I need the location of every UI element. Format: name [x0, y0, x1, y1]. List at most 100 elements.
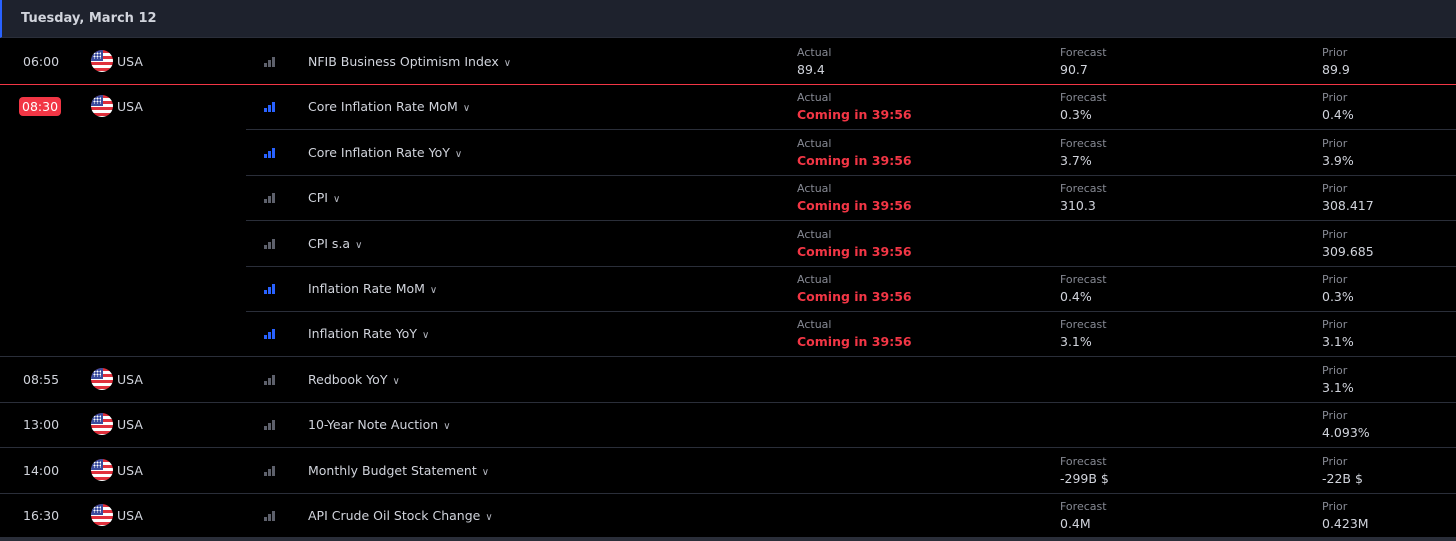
event-name[interactable]: Redbook YoY ∨ — [308, 372, 400, 387]
actual-label: Actual — [797, 273, 832, 286]
event-row[interactable]: CPI ∨ Actual Coming in 39:56 Forecast 310.3 Pr… — [0, 175, 1456, 220]
prior-value: 308.417 — [1322, 198, 1374, 214]
event-name[interactable]: 10-Year Note Auction ∨ — [308, 417, 451, 432]
event-row[interactable]: Inflation Rate YoY ∨ Actual Coming in 39:56… — [0, 311, 1456, 356]
forecast-label: Forecast — [1060, 500, 1107, 513]
prior-value: 4.093% — [1322, 425, 1370, 441]
importance-bar — [268, 332, 271, 340]
forecast-label: Forecast — [1060, 454, 1107, 468]
importance-bar — [264, 471, 267, 476]
flag-canton — [91, 504, 103, 515]
forecast-value: 0.4M — [1060, 516, 1091, 531]
importance-bar — [268, 514, 271, 521]
event-row[interactable]: Inflation Rate MoM ∨ Actual Coming in 39:56… — [0, 266, 1456, 311]
event-name-label: NFIB Business Optimism Index — [308, 54, 499, 69]
bottom-bar — [0, 537, 1456, 541]
flag-canton — [91, 95, 103, 107]
event-name[interactable]: Monthly Budget Statement ∨ — [308, 463, 489, 478]
importance-bar — [264, 199, 267, 204]
importance-bars-icon — [264, 238, 275, 249]
country-label: USA — [117, 99, 143, 115]
importance-bar — [272, 284, 275, 294]
importance-bar — [268, 287, 271, 294]
event-name[interactable]: API Crude Oil Stock Change ∨ — [308, 508, 493, 523]
event-name[interactable]: Inflation Rate YoY ∨ — [308, 326, 429, 341]
event-name[interactable]: Inflation Rate MoM ∨ — [308, 281, 437, 296]
usa-flag-icon — [91, 50, 113, 72]
event-time: 08:30 — [19, 97, 62, 117]
event-name[interactable]: NFIB Business Optimism Index ∨ — [308, 54, 511, 69]
chevron-down-icon[interactable]: ∨ — [463, 103, 470, 114]
importance-bar — [272, 238, 275, 249]
event-row[interactable]: 08:30 USA Core Inflation Rate MoM ∨ Actual Co… — [0, 84, 1456, 129]
event-row[interactable]: Core Inflation Rate YoY ∨ Actual Coming in … — [0, 130, 1456, 175]
event-name-label: CPI s.a — [308, 235, 351, 251]
chevron-down-icon[interactable]: ∨ — [455, 149, 462, 160]
prior-label: Prior — [1322, 500, 1348, 513]
chevron-down-icon[interactable]: ∨ — [355, 240, 362, 251]
forecast-label: Forecast — [1060, 318, 1107, 332]
chevron-down-icon[interactable]: ∨ — [422, 330, 429, 341]
flag-canton — [91, 413, 103, 425]
actual-label: Actual — [797, 227, 832, 241]
actual-label: Actual — [797, 136, 832, 150]
prior-value: -22B $ — [1322, 470, 1363, 486]
event-row[interactable]: 08:55 USA Redbook YoY ∨ Prior 3.1% — [0, 357, 1456, 402]
importance-bar — [272, 102, 275, 113]
event-name[interactable]: Core Inflation Rate MoM ∨ — [308, 99, 470, 114]
event-row[interactable]: 16:30 USA API Crude Oil Stock Change ∨ Forec… — [0, 493, 1456, 538]
forecast-value: -299B $ — [1060, 470, 1109, 486]
usa-flag-icon — [91, 367, 113, 390]
importance-bar — [268, 60, 271, 67]
event-row[interactable]: CPI s.a ∨ Actual Coming in 39:56 Prior 309.68… — [0, 221, 1456, 266]
chevron-down-icon[interactable]: ∨ — [392, 376, 399, 387]
importance-bar — [268, 196, 271, 204]
event-time: 08:55 — [23, 371, 60, 387]
chevron-down-icon[interactable]: ∨ — [504, 58, 511, 69]
importance-bar — [264, 426, 267, 431]
event-time: 13:00 — [23, 417, 60, 433]
flag-canton — [91, 458, 103, 470]
chevron-down-icon[interactable]: ∨ — [485, 512, 492, 523]
countdown-value: Coming in 39:56 — [797, 198, 912, 214]
event-row[interactable]: 14:00 USA Monthly Budget Statement ∨ Forecas… — [0, 448, 1456, 493]
event-row[interactable]: 13:00 USA 10-Year Note Auction ∨ Prior 4.093% — [0, 402, 1456, 447]
event-row[interactable]: 06:00 USA NFIB Business Optimism Index ∨ Act… — [0, 39, 1456, 84]
event-name[interactable]: Core Inflation Rate YoY ∨ — [308, 145, 462, 160]
usa-flag-icon — [91, 504, 113, 526]
prior-value: 0.423M — [1322, 516, 1369, 531]
importance-bars-icon — [264, 284, 275, 294]
event-name-label: API Crude Oil Stock Change — [308, 508, 481, 523]
usa-flag-icon — [91, 95, 113, 118]
countdown-value: Coming in 39:56 — [797, 289, 912, 304]
chevron-down-icon[interactable]: ∨ — [430, 285, 437, 296]
importance-bar — [264, 517, 267, 521]
country-label: USA — [117, 462, 143, 478]
forecast-label: Forecast — [1060, 46, 1107, 59]
countdown-value: Coming in 39:56 — [797, 334, 912, 350]
importance-bar — [264, 380, 267, 385]
importance-bar — [268, 150, 271, 158]
importance-bars-icon — [264, 329, 275, 340]
prior-label: Prior — [1322, 363, 1348, 377]
event-time: 16:30 — [23, 508, 60, 523]
forecast-value: 0.4% — [1060, 289, 1092, 304]
importance-bar — [272, 329, 275, 340]
forecast-label: Forecast — [1060, 91, 1107, 105]
chevron-down-icon[interactable]: ∨ — [333, 194, 340, 205]
event-name[interactable]: CPI ∨ — [308, 190, 340, 205]
importance-bar — [264, 153, 267, 158]
event-name[interactable]: CPI s.a ∨ — [308, 236, 362, 251]
countdown-value: Coming in 39:56 — [797, 107, 912, 123]
chevron-down-icon[interactable]: ∨ — [443, 421, 450, 432]
importance-bars-icon — [264, 420, 275, 431]
actual-value: 89.4 — [797, 62, 825, 77]
actual-label: Actual — [797, 91, 832, 105]
forecast-value: 0.3% — [1060, 107, 1092, 123]
date-header: Tuesday, March 12 — [0, 0, 1456, 38]
importance-bar — [268, 468, 271, 476]
forecast-value: 3.7% — [1060, 152, 1092, 168]
countdown-value: Coming in 39:56 — [797, 152, 912, 168]
forecast-label: Forecast — [1060, 136, 1107, 150]
chevron-down-icon[interactable]: ∨ — [482, 467, 489, 478]
